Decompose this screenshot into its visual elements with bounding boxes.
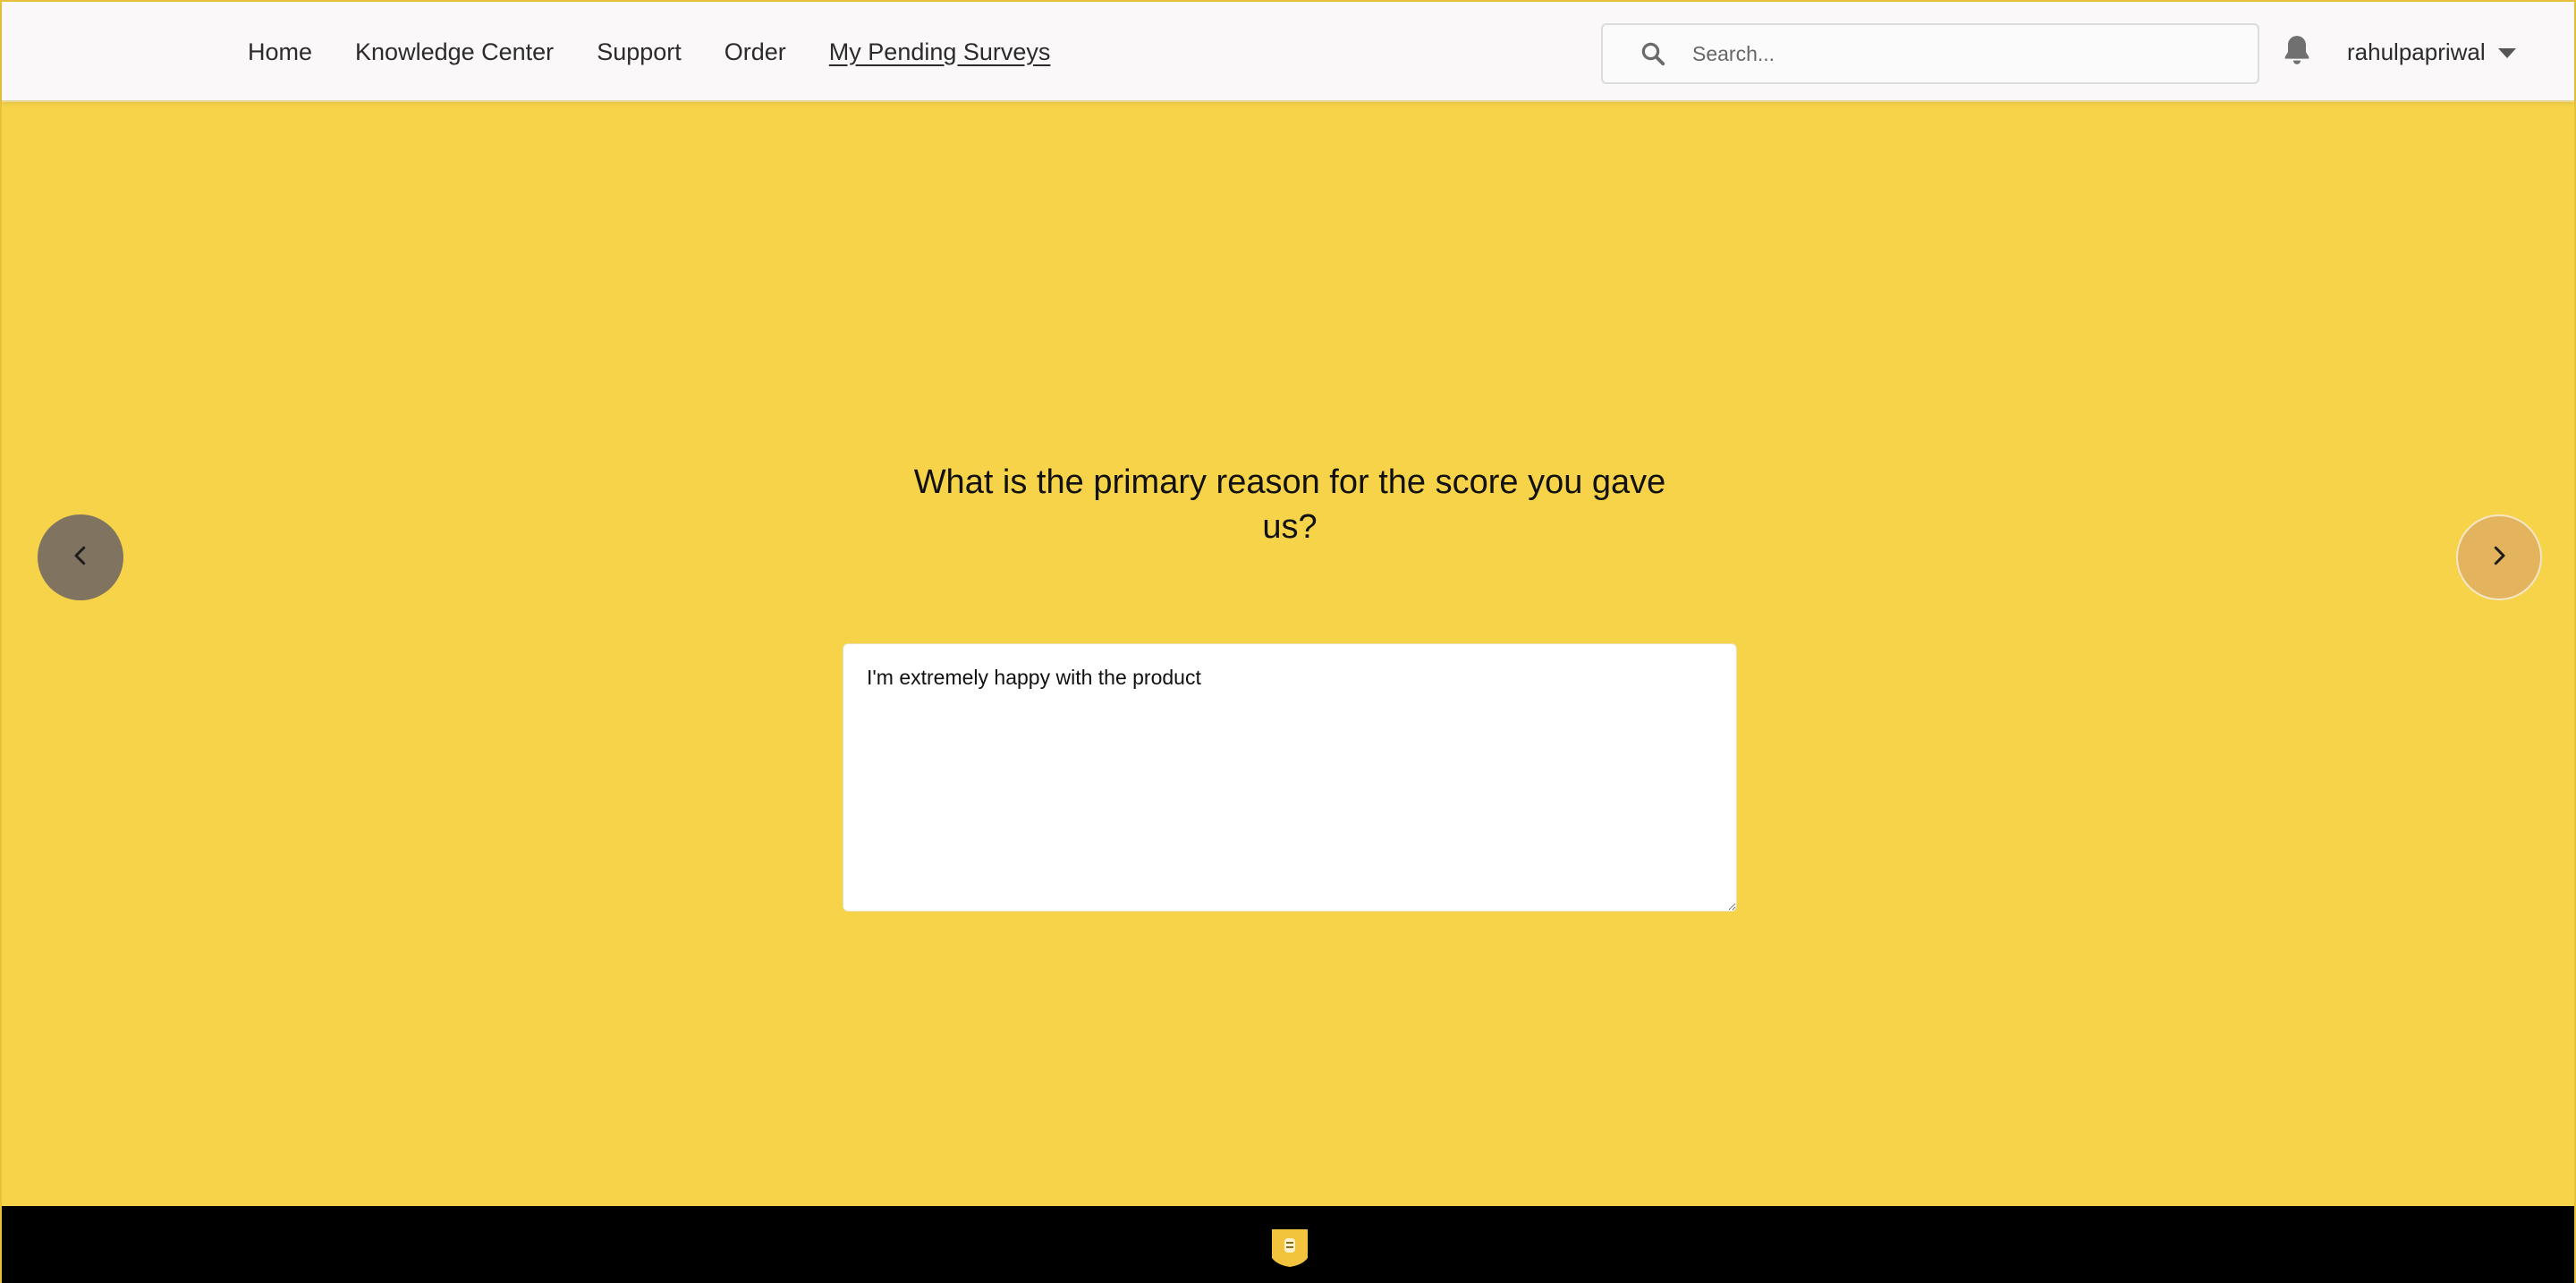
search-input[interactable] [1692,41,2229,66]
top-header: Home Knowledge Center Support Order My P… [2,2,2574,102]
search-icon [1637,38,1669,70]
nav-item-support[interactable]: Support [597,38,682,66]
bell-icon [2279,32,2315,72]
user-menu[interactable]: rahulpapriwal [2347,2,2516,102]
brand-logo-icon [1267,1226,1313,1269]
previous-button[interactable] [38,514,123,600]
nav-item-knowledge-center[interactable]: Knowledge Center [355,38,554,66]
nav-item-home[interactable]: Home [248,38,312,66]
main-nav: Home Knowledge Center Support Order My P… [248,2,1093,102]
chevron-left-icon [67,542,94,574]
answer-textarea[interactable]: I'm extremely happy with the product [843,643,1737,912]
chevron-right-icon [2486,542,2512,574]
next-button[interactable] [2456,514,2542,600]
nav-item-order[interactable]: Order [724,38,786,66]
nav-item-my-pending-surveys[interactable]: My Pending Surveys [829,38,1051,66]
survey-question: What is the primary reason for the score… [913,463,1666,546]
search-box[interactable] [1601,23,2259,84]
user-name: rahulpapriwal [2347,38,2486,65]
chevron-down-icon [2497,47,2516,58]
notifications-button[interactable] [2277,32,2317,72]
app-frame: Home Knowledge Center Support Order My P… [0,0,2576,1283]
footer [2,1206,2574,1283]
